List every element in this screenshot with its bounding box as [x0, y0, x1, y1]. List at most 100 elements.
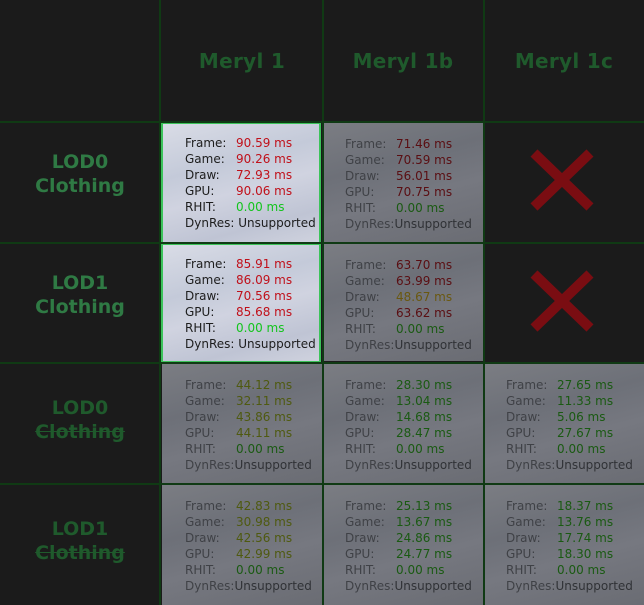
stats-panel-r2c2[interactable]: Frame: 27.65 ms Game: 11.33 ms Draw: 5.06 m…	[485, 364, 644, 484]
frame-label: Frame:	[185, 499, 227, 513]
stats-block: Frame: 63.70 ms Game: 63.99 ms Draw: 48.67 …	[345, 257, 472, 353]
gpu-label: GPU:	[185, 547, 215, 561]
rhit-label: RHIT:	[506, 442, 537, 456]
dynres-value: Unsupported	[238, 337, 316, 351]
frame-value: 90.59 ms	[236, 136, 293, 150]
dynres-value: Unsupported	[555, 458, 633, 472]
x-mark-icon	[530, 270, 594, 332]
game-label: Game:	[185, 273, 225, 287]
game-value: 32.11 ms	[236, 394, 293, 408]
stats-block: Frame: 42.83 ms Game: 30.98 ms Draw: 42.56 …	[185, 498, 312, 594]
stats-block: Frame: 27.65 ms Game: 11.33 ms Draw: 5.06 m…	[506, 377, 633, 473]
frame-value: 85.91 ms	[236, 257, 293, 271]
dynres-label: DynRes:	[185, 579, 235, 593]
draw-label: Draw:	[185, 168, 220, 182]
gpu-label: GPU:	[345, 306, 375, 320]
row-header-line2-strikethrough: Clothing	[35, 542, 125, 564]
row-header-line2: Clothing	[35, 175, 125, 197]
grid-divider	[483, 0, 485, 605]
row-header-lod1-clothing: LOD1 Clothing	[0, 271, 160, 319]
dynres-value: Unsupported	[394, 338, 472, 352]
game-value: 13.04 ms	[396, 394, 453, 408]
row-header-line1: LOD0	[51, 151, 109, 173]
rhit-label: RHIT:	[506, 563, 537, 577]
draw-label: Draw:	[345, 531, 380, 545]
draw-label: Draw:	[506, 531, 541, 545]
stats-panel-r2c1[interactable]: Frame: 28.30 ms Game: 13.04 ms Draw: 14.68 …	[324, 364, 483, 484]
row-header-line1: LOD1	[51, 518, 109, 540]
grid-divider	[0, 483, 644, 485]
frame-value: 27.65 ms	[557, 378, 614, 392]
dynres-value: Unsupported	[234, 579, 312, 593]
row-header-line1: LOD1	[51, 272, 109, 294]
draw-value: 72.93 ms	[236, 168, 293, 182]
dynres-label: DynRes:	[345, 338, 395, 352]
game-value: 11.33 ms	[557, 394, 614, 408]
stats-block: Frame: 90.59 ms Game: 90.26 ms Draw: 72.93 …	[185, 135, 316, 231]
frame-value: 18.37 ms	[557, 499, 614, 513]
stats-panel-r2c0[interactable]: Frame: 44.12 ms Game: 32.11 ms Draw: 43.86 …	[162, 364, 322, 484]
stats-panel-r0c1[interactable]: Frame: 71.46 ms Game: 70.59 ms Draw: 56.01 …	[324, 123, 483, 243]
x-mark-icon	[530, 149, 594, 211]
draw-label: Draw:	[345, 290, 380, 304]
game-label: Game:	[185, 515, 225, 529]
grid-divider	[322, 0, 324, 605]
draw-label: Draw:	[345, 169, 380, 183]
gpu-label: GPU:	[185, 184, 215, 198]
draw-value: 43.86 ms	[236, 410, 293, 424]
grid-divider	[0, 362, 644, 364]
rhit-label: RHIT:	[185, 442, 216, 456]
dynres-value: Unsupported	[555, 579, 633, 593]
rhit-value: 0.00 ms	[557, 442, 606, 456]
game-label: Game:	[345, 153, 385, 167]
rhit-label: RHIT:	[345, 442, 376, 456]
gpu-value: 63.62 ms	[396, 306, 453, 320]
row-header-lod0-clothing: LOD0 Clothing	[0, 150, 160, 198]
frame-label: Frame:	[345, 258, 387, 272]
grid-divider	[0, 242, 644, 244]
grid-divider	[0, 121, 644, 123]
draw-value: 14.68 ms	[396, 410, 453, 424]
gpu-value: 44.11 ms	[236, 426, 293, 440]
dynres-label: DynRes:	[185, 216, 235, 230]
stats-block: Frame: 85.91 ms Game: 86.09 ms Draw: 70.56 …	[185, 256, 316, 352]
stats-panel-r3c0[interactable]: Frame: 42.83 ms Game: 30.98 ms Draw: 42.56 …	[162, 485, 322, 605]
stats-panel-r3c1[interactable]: Frame: 25.13 ms Game: 13.67 ms Draw: 24.86 …	[324, 485, 483, 605]
gpu-value: 42.99 ms	[236, 547, 293, 561]
game-label: Game:	[185, 152, 225, 166]
game-value: 13.76 ms	[557, 515, 614, 529]
gpu-value: 70.75 ms	[396, 185, 453, 199]
rhit-value: 0.00 ms	[396, 442, 445, 456]
game-value: 30.98 ms	[236, 515, 293, 529]
game-value: 63.99 ms	[396, 274, 453, 288]
gpu-value: 28.47 ms	[396, 426, 453, 440]
draw-label: Draw:	[345, 410, 380, 424]
rhit-value: 0.00 ms	[236, 321, 285, 335]
game-label: Game:	[345, 394, 385, 408]
stats-panel-r3c2[interactable]: Frame: 18.37 ms Game: 13.76 ms Draw: 17.74 …	[485, 485, 644, 605]
dynres-value: Unsupported	[234, 458, 312, 472]
frame-value: 42.83 ms	[236, 499, 293, 513]
stats-block: Frame: 25.13 ms Game: 13.67 ms Draw: 24.86 …	[345, 498, 472, 594]
game-value: 13.67 ms	[396, 515, 453, 529]
row-header-lod1-clothing-removed: LOD1 Clothing	[0, 517, 160, 565]
draw-label: Draw:	[185, 410, 220, 424]
frame-label: Frame:	[185, 378, 227, 392]
game-label: Game:	[345, 274, 385, 288]
game-label: Game:	[506, 394, 546, 408]
dynres-label: DynRes:	[506, 579, 556, 593]
grid-divider	[159, 0, 161, 605]
rhit-value: 0.00 ms	[396, 563, 445, 577]
stats-panel-r1c0[interactable]: Frame: 85.91 ms Game: 86.09 ms Draw: 70.56 …	[161, 243, 321, 363]
dynres-label: DynRes:	[345, 579, 395, 593]
rhit-label: RHIT:	[345, 563, 376, 577]
stats-panel-r1c1[interactable]: Frame: 63.70 ms Game: 63.99 ms Draw: 48.67 …	[324, 244, 483, 361]
row-header-lod0-clothing-removed: LOD0 Clothing	[0, 396, 160, 444]
draw-value: 70.56 ms	[236, 289, 293, 303]
stats-panel-r0c0[interactable]: Frame: 90.59 ms Game: 90.26 ms Draw: 72.93 …	[161, 122, 321, 244]
frame-label: Frame:	[185, 136, 227, 150]
rhit-value: 0.00 ms	[236, 200, 285, 214]
rhit-label: RHIT:	[345, 322, 376, 336]
rhit-value: 0.00 ms	[396, 322, 445, 336]
draw-value: 5.06 ms	[557, 410, 606, 424]
